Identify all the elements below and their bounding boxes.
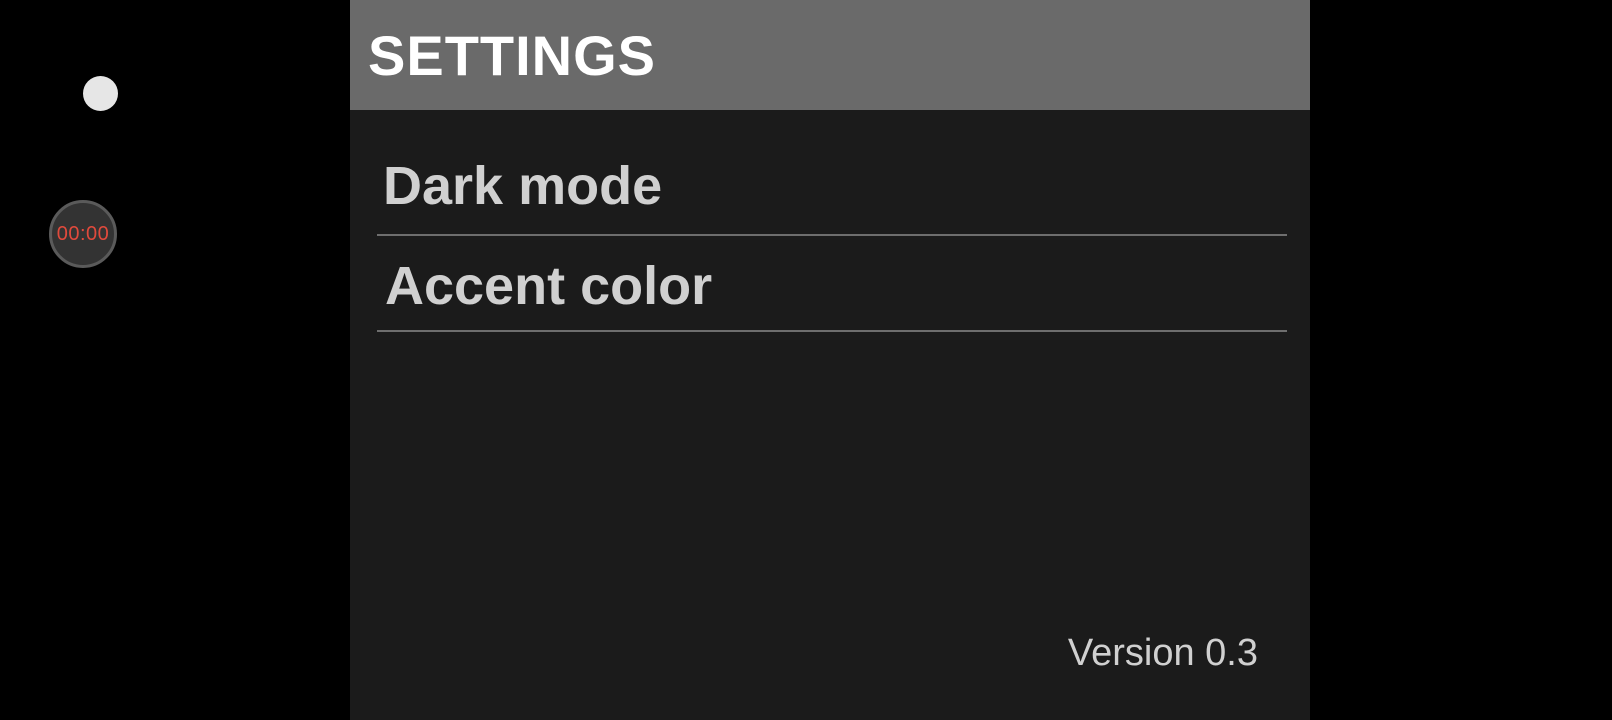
settings-item-accent-color[interactable]: Accent color: [377, 236, 1287, 332]
floating-dot-button[interactable]: [83, 76, 118, 111]
timer-text: 00:00: [56, 222, 110, 245]
settings-item-label: Accent color: [385, 256, 713, 316]
settings-screen: SETTINGS Dark mode Accent color Version …: [350, 0, 1310, 720]
app-header: SETTINGS: [350, 0, 1310, 110]
settings-item-dark-mode[interactable]: Dark mode: [377, 140, 1287, 236]
version-label: Version 0.3: [1067, 632, 1258, 674]
settings-item-label: Dark mode: [383, 156, 663, 216]
page-title: SETTINGS: [368, 24, 657, 87]
screen: 00:00 SETTINGS Dark mode Accent color Ve…: [0, 0, 1612, 720]
settings-list: Dark mode Accent color: [377, 140, 1287, 332]
recording-timer-button[interactable]: 00:00: [49, 200, 117, 268]
